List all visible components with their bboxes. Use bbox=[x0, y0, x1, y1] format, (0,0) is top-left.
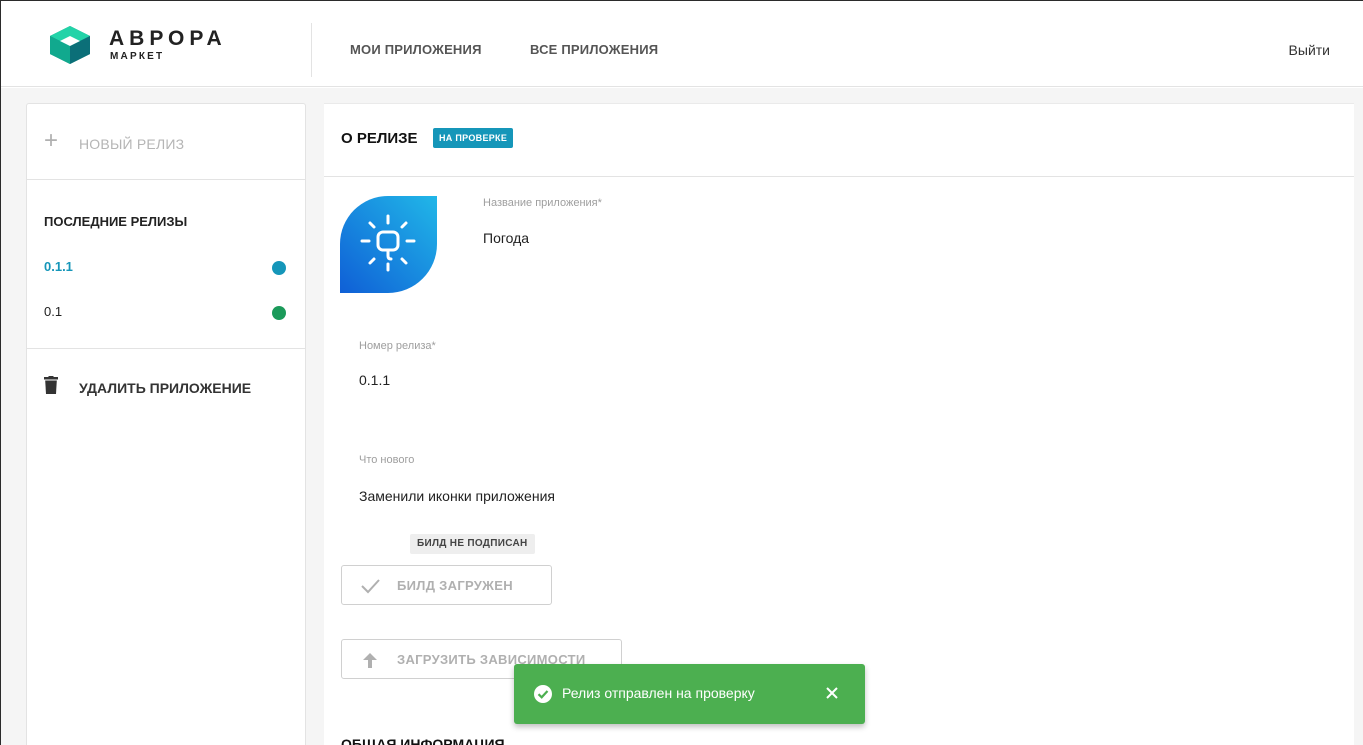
delete-app-label: УДАЛИТЬ ПРИЛОЖЕНИЕ bbox=[79, 380, 252, 396]
release-number-label: Номер релиза* bbox=[359, 340, 436, 352]
app-name-label: Название приложения* bbox=[483, 197, 602, 209]
app-name-field[interactable]: Погода bbox=[483, 230, 529, 246]
about-release-header: О РЕЛИЗЕ НА ПРОВЕРКЕ bbox=[324, 104, 1354, 177]
general-info-title: ОБЩАЯ ИНФОРМАЦИЯ bbox=[341, 736, 505, 745]
release-version: 0.1 bbox=[44, 304, 63, 319]
release-item-0-1[interactable]: 0.1 bbox=[27, 292, 305, 332]
sidebar-divider bbox=[27, 348, 305, 349]
build-uploaded-label: БИЛД ЗАГРУЖЕН bbox=[397, 578, 513, 593]
header-divider bbox=[311, 23, 312, 77]
close-icon[interactable] bbox=[820, 681, 844, 705]
logo-subtitle: МАРКЕТ bbox=[110, 51, 165, 62]
release-version: 0.1.1 bbox=[44, 259, 73, 274]
new-release-label: НОВЫЙ РЕЛИЗ bbox=[79, 136, 185, 152]
top-header: АВРОРА МАРКЕТ МОИ ПРИЛОЖЕНИЯ ВСЕ ПРИЛОЖЕ… bbox=[1, 1, 1363, 87]
release-details-panel: О РЕЛИЗЕ НА ПРОВЕРКЕ Название приложения… bbox=[324, 103, 1354, 745]
success-toast: Релиз отправлен на проверку bbox=[514, 664, 865, 724]
whats-new-field[interactable]: Заменили иконки приложения bbox=[359, 488, 555, 504]
whats-new-label: Что нового bbox=[359, 454, 415, 466]
logo-title: АВРОРА bbox=[109, 27, 227, 50]
releases-sidebar: + НОВЫЙ РЕЛИЗ ПОСЛЕДНИЕ РЕЛИЗЫ 0.1.1 0.1… bbox=[26, 103, 306, 745]
aurora-logo-icon bbox=[50, 26, 90, 64]
aurora-market-logo[interactable]: АВРОРА МАРКЕТ bbox=[47, 24, 263, 66]
toast-message: Релиз отправлен на проверку bbox=[562, 685, 755, 701]
nav-my-apps[interactable]: МОИ ПРИЛОЖЕНИЯ bbox=[350, 42, 482, 57]
plus-icon: + bbox=[44, 127, 59, 154]
release-number-field[interactable]: 0.1.1 bbox=[359, 372, 390, 388]
status-badge: НА ПРОВЕРКЕ bbox=[433, 128, 514, 148]
logout-link[interactable]: Выйти bbox=[1289, 42, 1330, 58]
build-uploaded-button[interactable]: БИЛД ЗАГРУЖЕН bbox=[341, 565, 552, 605]
release-status-dot bbox=[272, 306, 286, 320]
nav-all-apps[interactable]: ВСЕ ПРИЛОЖЕНИЯ bbox=[530, 42, 658, 57]
check-circle-icon bbox=[534, 685, 552, 703]
trash-icon bbox=[44, 376, 58, 394]
new-release-button[interactable]: + НОВЫЙ РЕЛИЗ bbox=[27, 104, 305, 180]
recent-releases-title: ПОСЛЕДНИЕ РЕЛИЗЫ bbox=[44, 214, 188, 229]
delete-app-button[interactable]: УДАЛИТЬ ПРИЛОЖЕНИЕ bbox=[27, 368, 305, 408]
release-item-0-1-1[interactable]: 0.1.1 bbox=[27, 247, 305, 287]
check-icon bbox=[361, 579, 380, 594]
unsigned-build-badge: БИЛД НЕ ПОДПИСАН bbox=[410, 534, 535, 554]
release-status-dot bbox=[272, 261, 286, 275]
arrow-up-icon bbox=[363, 653, 377, 668]
weather-app-icon bbox=[340, 196, 437, 293]
page-title: О РЕЛИЗЕ bbox=[341, 130, 418, 147]
